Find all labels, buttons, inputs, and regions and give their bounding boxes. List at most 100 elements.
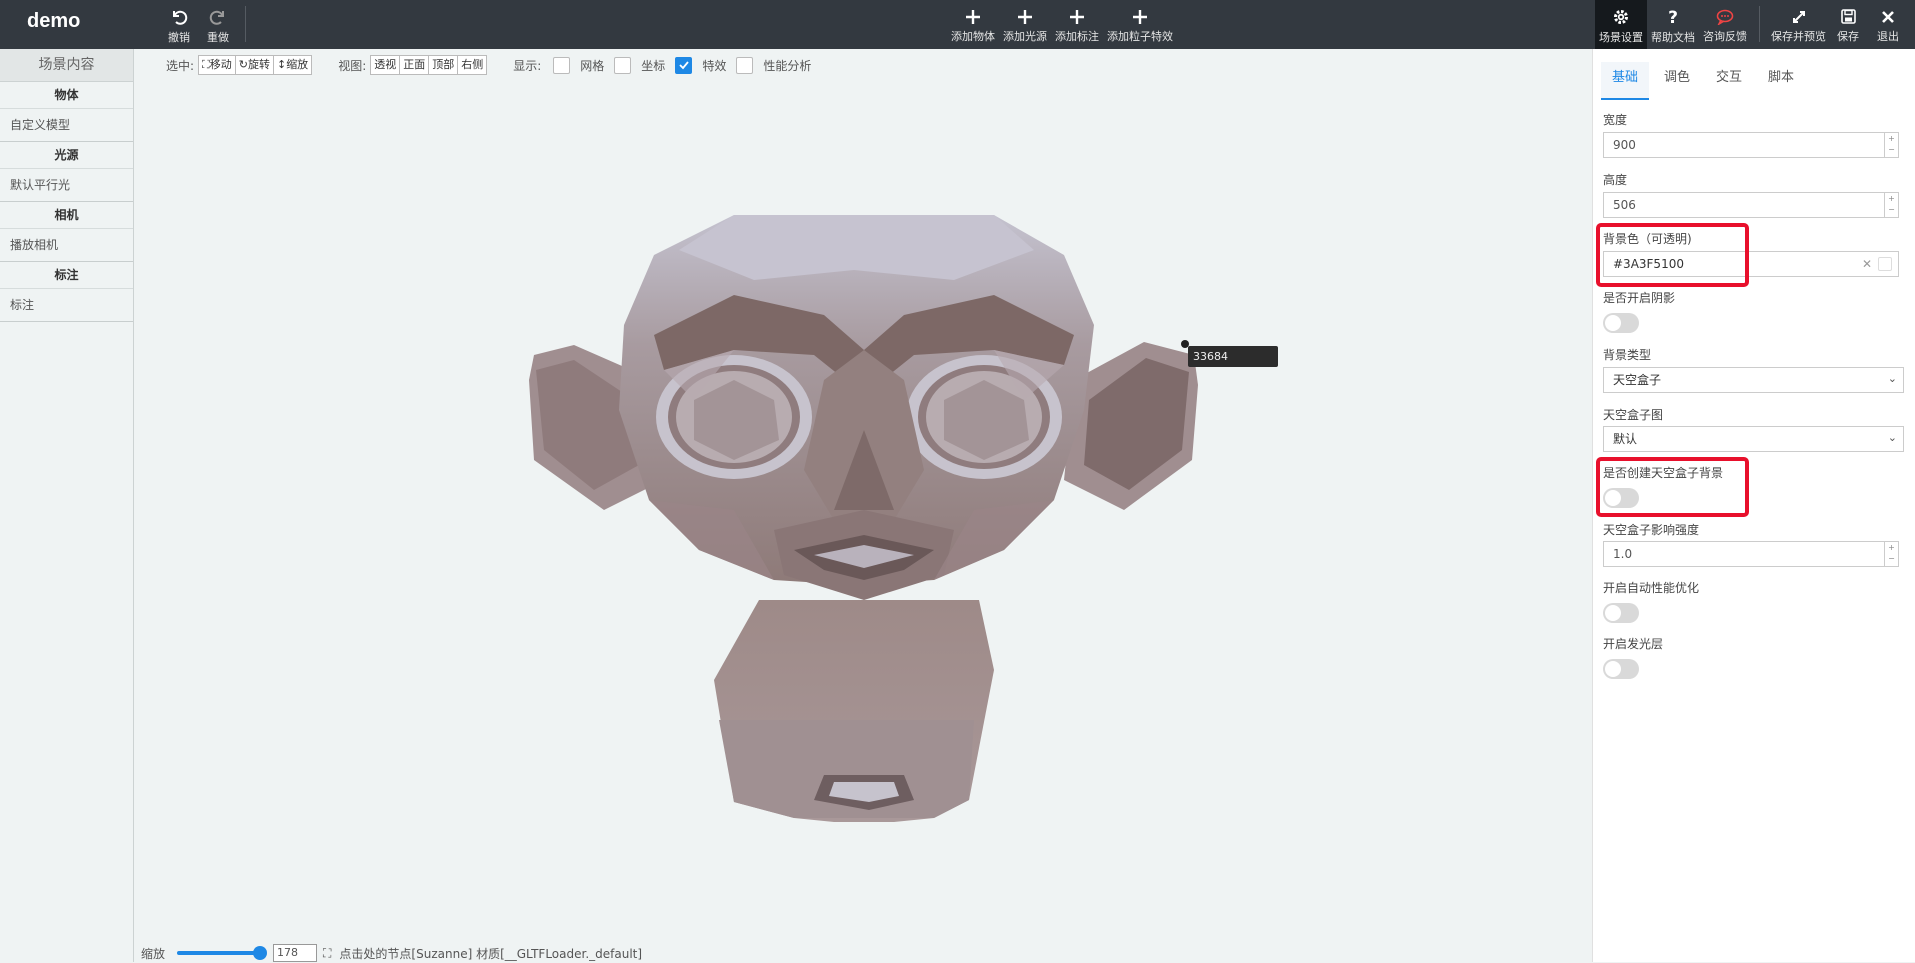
app-title: demo — [27, 10, 81, 32]
zoom-slider-knob[interactable] — [253, 946, 268, 960]
feedback-button[interactable]: 咨询反馈 — [1703, 8, 1747, 44]
tab-basic[interactable]: 基础 — [1601, 62, 1650, 100]
suzanne-model[interactable] — [134, 80, 1592, 940]
height-label: 高度 — [1603, 173, 1628, 187]
move-button[interactable]: ⛶ 移动 — [199, 56, 236, 74]
exit-button[interactable]: 退出 — [1877, 8, 1899, 44]
scale-button[interactable]: ↕ 缩放 — [273, 56, 312, 74]
gear-icon — [1612, 8, 1630, 26]
effects-label: 特效 — [702, 58, 727, 73]
checkmark-icon — [679, 61, 689, 70]
perf-label: 性能分析 — [763, 58, 812, 73]
redo-icon — [209, 8, 227, 26]
save-button[interactable]: 保存 — [1837, 8, 1859, 44]
tree-item-custom-model[interactable]: 自定义模型 — [0, 109, 133, 142]
help-docs-button[interactable]: ? 帮助文档 — [1651, 8, 1695, 44]
select-mode-group: ⛶ 移动 ↻ 旋转 ↕ 缩放 — [198, 55, 313, 75]
close-icon — [1881, 8, 1895, 25]
auto-perf-toggle[interactable] — [1603, 603, 1639, 623]
width-label: 宽度 — [1603, 113, 1628, 127]
color-swatch[interactable] — [1878, 257, 1892, 271]
properties-panel: 基础 调色 交互 脚本 宽度 900 + − 高度 506 + − 背景色（可透明)… — [1592, 49, 1915, 962]
tab-script[interactable]: 脚本 — [1757, 62, 1805, 100]
rotate-button[interactable]: ↻ 旋转 — [235, 56, 274, 74]
zoom-input[interactable]: 178 — [273, 944, 318, 962]
tree-item-play-camera[interactable]: 播放相机 — [0, 229, 133, 262]
plus-icon — [965, 8, 981, 25]
highlight-box-skybox-bg — [1596, 457, 1749, 517]
shadow-label: 是否开启阴影 — [1603, 291, 1676, 305]
save-preview-button[interactable]: 保存并预览 — [1771, 8, 1826, 44]
expand-icon — [1791, 8, 1807, 25]
move-icon: ⛶ — [202, 58, 210, 71]
scene-content-title: 场景内容 — [0, 49, 133, 82]
view-label: 视图: — [338, 58, 367, 73]
tab-interaction[interactable]: 交互 — [1705, 62, 1753, 100]
shadow-toggle[interactable] — [1603, 313, 1639, 333]
view-perspective-button[interactable]: 透视 — [371, 56, 401, 74]
zoom-label: 缩放 — [141, 946, 166, 961]
chat-bubble-icon — [1716, 8, 1734, 25]
plus-icon — [1132, 8, 1148, 25]
add-annotation-button[interactable]: 添加标注 — [1055, 8, 1099, 44]
width-input[interactable]: 900 + − — [1603, 132, 1899, 158]
category-header-lights: 光源 — [0, 142, 133, 169]
plus-icon — [1069, 8, 1085, 25]
view-front-button[interactable]: 正面 — [400, 56, 430, 74]
add-light-button[interactable]: 添加光源 — [1003, 8, 1047, 44]
view-right-button[interactable]: 右侧 — [458, 56, 487, 74]
view-top-button[interactable]: 顶部 — [429, 56, 459, 74]
category-header-objects: 物体 — [0, 82, 133, 109]
category-header-annotations: 标注 — [0, 262, 133, 289]
tree-item-default-light[interactable]: 默认平行光 — [0, 169, 133, 202]
add-object-button[interactable]: 添加物体 — [951, 8, 995, 44]
auto-perf-label: 开启自动性能优化 — [1603, 581, 1700, 595]
glow-toggle[interactable] — [1603, 659, 1639, 679]
svg-text:?: ? — [1668, 8, 1678, 26]
height-input[interactable]: 506 + − — [1603, 192, 1899, 218]
category-header-cameras: 相机 — [0, 202, 133, 229]
skybox-intensity-label: 天空盒子影响强度 — [1603, 523, 1700, 537]
scene-settings-button[interactable]: 场景设置 — [1599, 8, 1643, 44]
grid-checkbox[interactable] — [553, 56, 571, 74]
glow-label: 开启发光层 — [1603, 637, 1664, 651]
bg-type-label: 背景类型 — [1603, 348, 1652, 362]
zoom-slider[interactable] — [177, 946, 268, 960]
skybox-intensity-stepper[interactable]: + − — [1884, 542, 1898, 566]
grid-label: 网格 — [580, 58, 605, 73]
toolbar-divider — [245, 6, 246, 42]
floppy-disk-icon — [1840, 8, 1856, 25]
perf-checkbox[interactable] — [736, 56, 754, 74]
skybox-select[interactable]: 默认 ⌄ — [1603, 426, 1904, 452]
axes-label: 坐标 — [641, 58, 666, 73]
display-label: 显示: — [513, 58, 542, 73]
view-group: 透视 正面 顶部 右侧 — [370, 55, 488, 75]
scene-content-panel: 场景内容 物体 自定义模型 光源 默认平行光 相机 播放相机 标注 标注 — [0, 49, 134, 962]
undo-icon — [170, 8, 188, 26]
axes-checkbox[interactable] — [614, 56, 632, 74]
undo-button[interactable]: 撤销 — [168, 8, 190, 44]
3d-viewport[interactable] — [134, 80, 1592, 940]
tab-color[interactable]: 调色 — [1653, 62, 1701, 100]
annotation-tag[interactable]: 33684 — [1188, 346, 1278, 367]
skybox-intensity-input[interactable]: 1.0 + − — [1603, 541, 1899, 567]
select-mode-label: 选中: — [166, 58, 195, 73]
effects-checkbox[interactable] — [675, 56, 693, 74]
width-stepper[interactable]: + − — [1884, 133, 1898, 157]
clear-icon[interactable]: ✕ — [1862, 252, 1872, 276]
highlight-box-bg-color — [1596, 223, 1749, 287]
view-toolbar: 选中: ⛶ 移动 ↻ 旋转 ↕ 缩放 视图: 透视 正面 顶部 右侧 显示: 网格 坐… — [166, 54, 813, 76]
properties-tabs: 基础 调色 交互 脚本 — [1601, 62, 1809, 100]
toolbar-divider — [1759, 6, 1760, 42]
status-text: 点击处的节点[Suzanne] 材质[__GLTFLoader._default… — [339, 946, 643, 961]
bg-type-select[interactable]: 天空盒子 ⌄ — [1603, 367, 1904, 393]
question-icon: ? — [1665, 8, 1681, 26]
scale-icon: ↕ — [276, 58, 287, 71]
top-toolbar: demo 撤销 重做 添加物体 添加光源 添加标注 添加粒子特效 场景设置 ? … — [0, 0, 1915, 49]
height-stepper[interactable]: + − — [1884, 193, 1898, 217]
add-particle-button[interactable]: 添加粒子特效 — [1107, 8, 1173, 44]
tree-item-annotation[interactable]: 标注 — [0, 289, 133, 322]
redo-button[interactable]: 重做 — [207, 8, 229, 44]
rotate-icon: ↻ — [238, 58, 248, 71]
fullscreen-icon[interactable]: ⛶ — [323, 946, 331, 961]
